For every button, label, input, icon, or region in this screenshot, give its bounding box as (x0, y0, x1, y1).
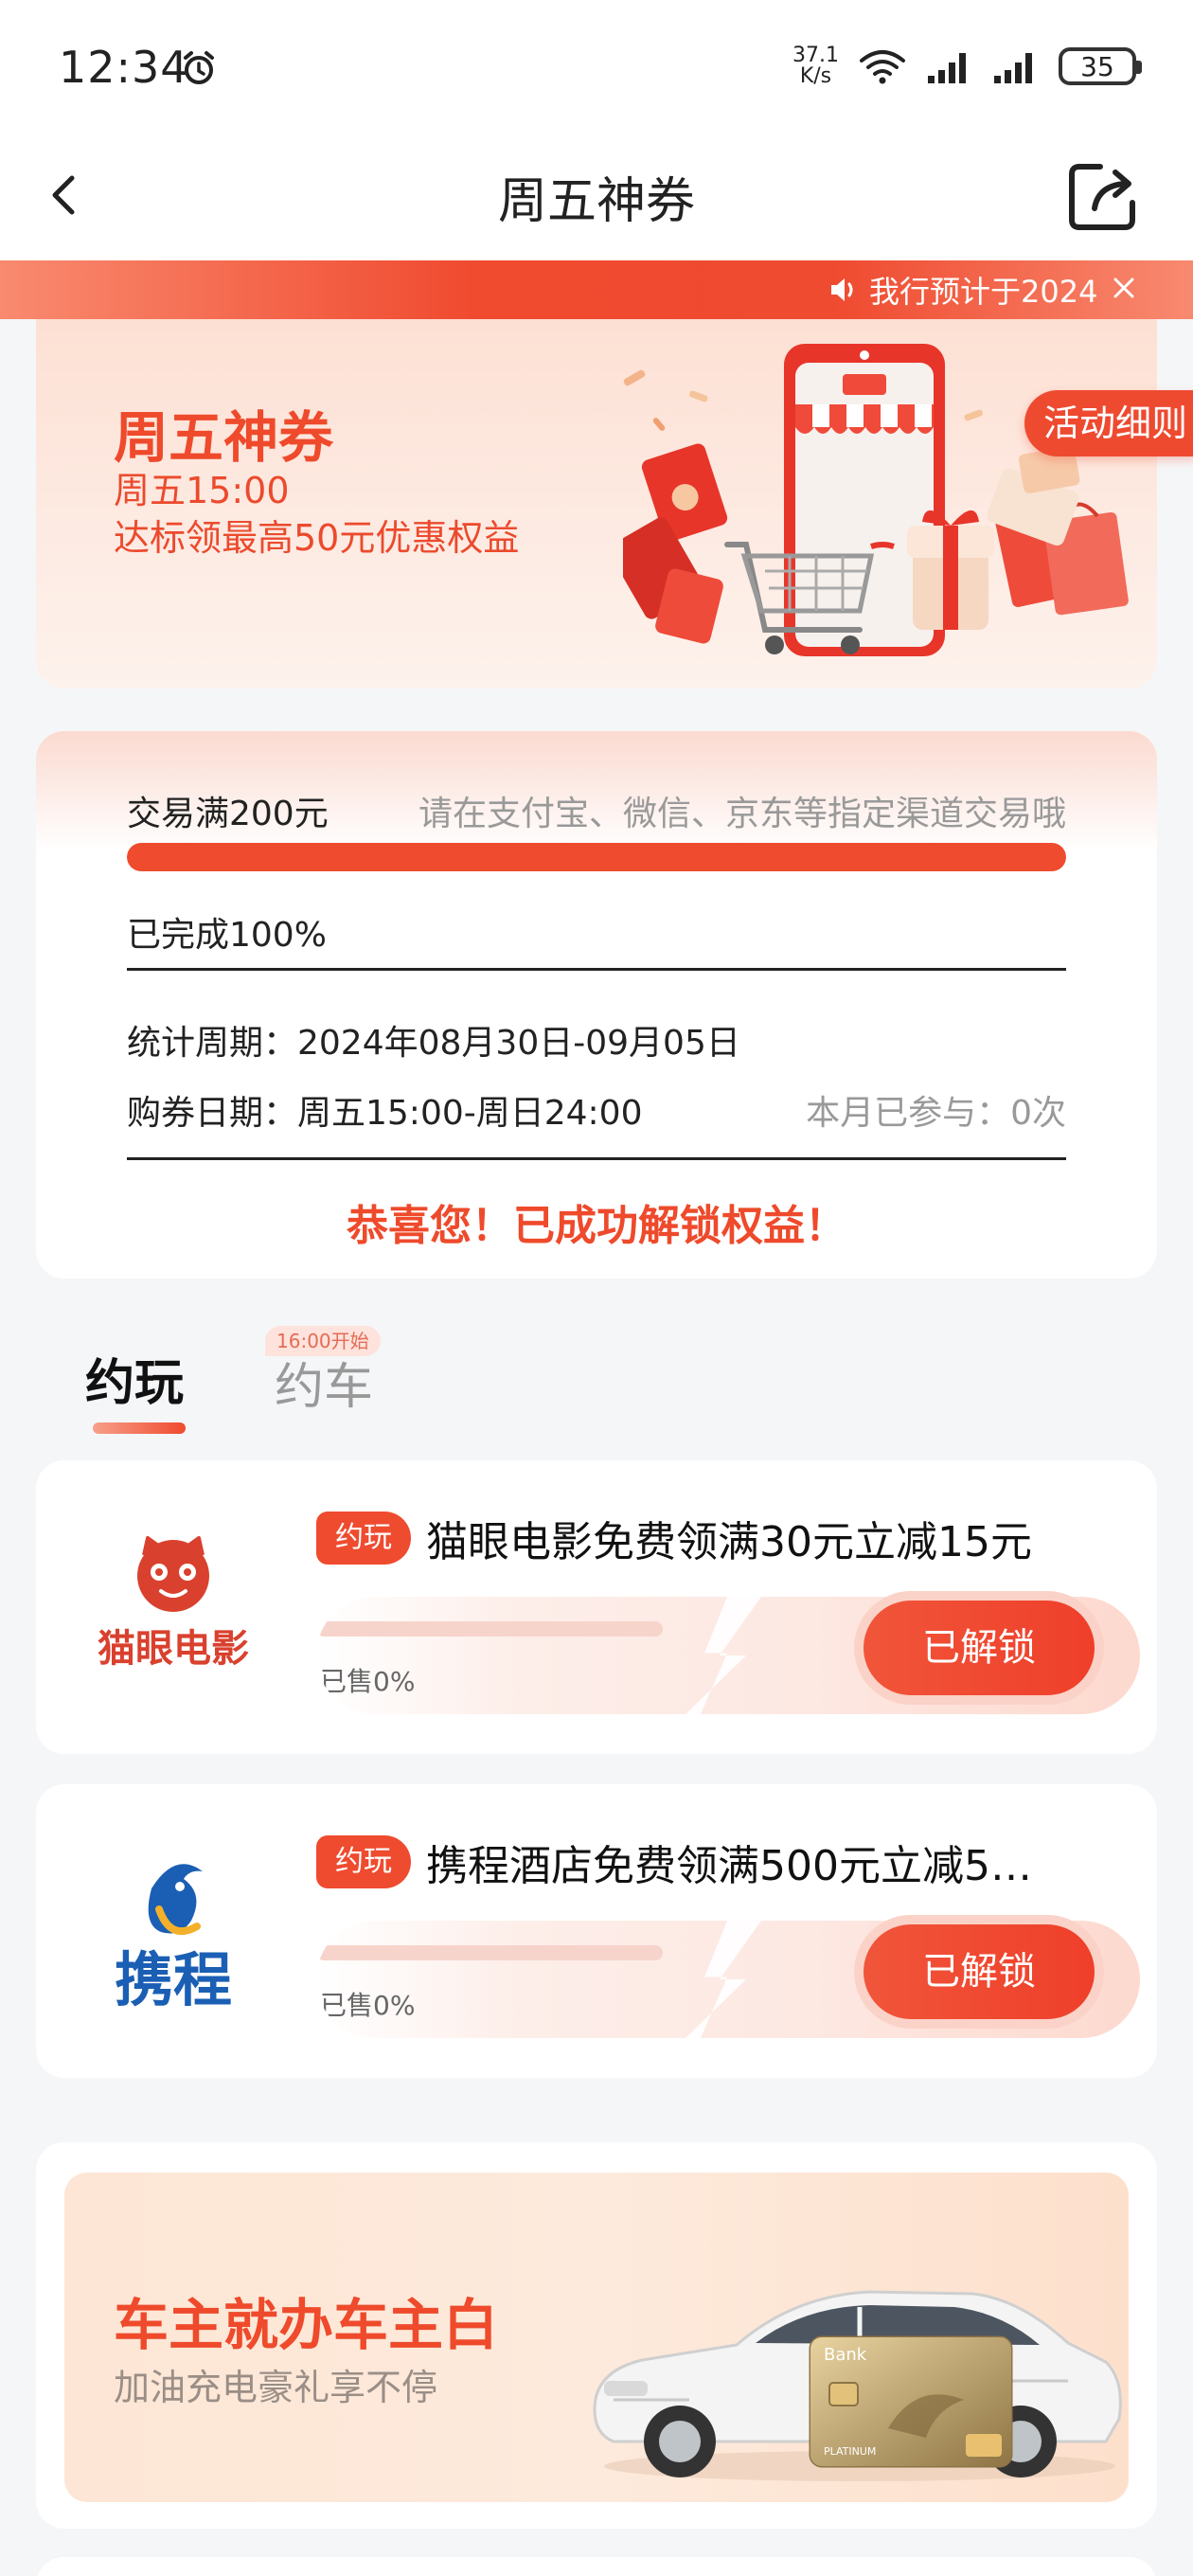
progress-bar (127, 843, 1066, 871)
banner-subtitle: 周五15:00 达标领最高50元优惠权益 (114, 467, 519, 562)
banner-benefit-line: 达标领最高50元优惠权益 (114, 517, 520, 559)
net-speed: 37.1 K/s (792, 45, 839, 87)
car-and-card-illustration: Bank PLATINUM (593, 2290, 1122, 2481)
tab-active-indicator (93, 1422, 186, 1434)
purchase-date: 购券日期：周五15:00-周日24:00 (127, 1094, 643, 1133)
signal-icon-2 (994, 53, 1032, 83)
wifi-icon (860, 50, 905, 84)
participation-count: 本月已参与：0次 (806, 1094, 1066, 1133)
ctrip-logo-icon: 携程 (115, 1864, 232, 2012)
alarm-icon (184, 51, 214, 84)
share-icon[interactable] (1062, 155, 1144, 237)
car-promo-banner[interactable]: 车主就办车主白 加油充电豪礼享不停 Bank PLATINUM (64, 2173, 1129, 2502)
progress-card: 交易满200元 请在支付宝、微信、京东等指定渠道交易哦 已完成100% 统计周期… (36, 731, 1157, 1279)
divider (127, 968, 1066, 971)
maoyan-logo-icon: 猫眼电影 (98, 1536, 249, 1671)
unlocked-button[interactable]: 已解锁 (864, 1601, 1095, 1695)
net-speed-unit: K/s (799, 64, 832, 88)
signal-icon-1 (928, 53, 966, 83)
lightning-decoration (686, 1921, 761, 2038)
next-card-peek (36, 2557, 1157, 2576)
coupon-tag: 约玩 (316, 1835, 411, 1888)
net-speed-value: 37.1 (792, 44, 839, 67)
notice-text: 我行预计于2024 (869, 274, 1098, 310)
coupon-card-ctrip: 携程 约玩 携程酒店免费领满500元立减5… 已售0% 已解锁 (36, 1784, 1157, 2078)
unlocked-button[interactable]: 已解锁 (864, 1924, 1095, 2019)
battery-indicator: 35 (1059, 47, 1142, 85)
card-tier-text: PLATINUM (824, 2445, 876, 2458)
coupon-title: 携程酒店免费领满500元立减5… (426, 1842, 1032, 1890)
coupon-tag: 约玩 (316, 1512, 411, 1565)
coupon-card-maoyan: 猫眼电影 约玩 猫眼电影免费领满30元立减15元 已售0% 已解锁 (36, 1460, 1157, 1754)
tab-yueche[interactable]: 约车 (275, 1347, 373, 1418)
shopping-phone-illustration (623, 344, 1129, 656)
stat-period: 统计周期：2024年08月30日-09月05日 (127, 1024, 740, 1063)
status-indicators: 37.1 K/s 35 (792, 42, 1142, 91)
rules-button[interactable]: 活动细则 (1024, 390, 1193, 456)
banner-time-line: 周五15:00 (114, 470, 290, 511)
lightning-decoration (686, 1597, 761, 1714)
sold-label: 已售0% (320, 1666, 416, 1697)
completed-label: 已完成100% (127, 916, 327, 955)
sold-progress-bar (316, 1945, 663, 1960)
page-title: 周五神券 (497, 173, 695, 230)
target-label: 交易满200元 (127, 795, 329, 833)
notice-bar[interactable]: 我行预计于2024 (0, 260, 1193, 319)
banner-title: 周五神券 (114, 405, 334, 470)
status-bar: 12:34 37.1 K/s 35 (0, 0, 1193, 133)
status-time: 12:34 (59, 42, 189, 93)
close-icon[interactable] (1110, 274, 1138, 302)
sold-label: 已售0% (320, 1990, 416, 2021)
nav-bar: 周五神券 (0, 133, 1193, 260)
unlock-congrats: 恭喜您！已成功解锁权益！ (347, 1202, 846, 1250)
sold-progress-bar (316, 1621, 663, 1637)
car-promo-card[interactable]: 车主就办车主白 加油充电豪礼享不停 Bank PLATINUM (36, 2142, 1157, 2529)
coupon-title: 猫眼电影免费领满30元立减15元 (426, 1518, 1032, 1566)
ctrip-logo-text: 携程 (115, 1945, 232, 2012)
car-promo-subtitle: 加油充电豪礼享不停 (114, 2367, 438, 2408)
card-bank-text: Bank (824, 2345, 867, 2365)
progress-bar-fill (127, 843, 1066, 871)
car-promo-title: 车主就办车主白 (114, 2293, 499, 2357)
hero-banner: 周五神券 周五15:00 达标领最高50元优惠权益 (36, 319, 1157, 689)
divider (127, 1157, 1066, 1160)
tab-yuewan[interactable]: 约玩 (85, 1343, 184, 1414)
maoyan-logo-text: 猫眼电影 (98, 1627, 249, 1671)
channel-hint: 请在支付宝、微信、京东等指定渠道交易哦 (418, 795, 1066, 833)
speaker-icon (831, 278, 853, 301)
